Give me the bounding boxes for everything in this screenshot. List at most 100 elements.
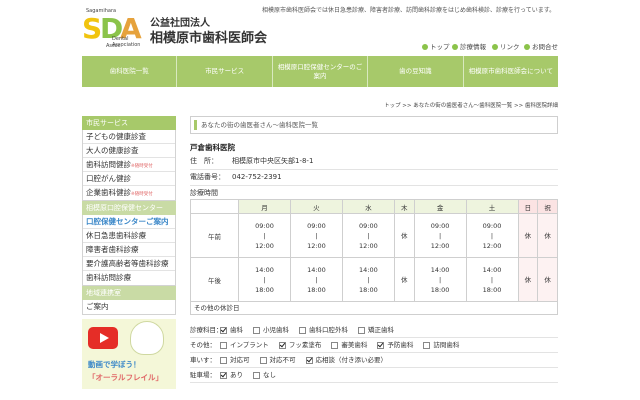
checkbox-empty-icon <box>299 326 306 334</box>
section-title: あなたの街の歯医者さん〜歯科医院一覧 <box>190 116 558 134</box>
hours-corner-cell <box>190 199 239 214</box>
phone-label: 電話番号： <box>190 173 225 181</box>
sidebar-list-citizen: 子どもの健康診査 大人の健康診査 歯科訪問健診※随時受付 口腔がん健診 企業歯科… <box>82 130 176 201</box>
option-parking-yes: あり <box>220 368 243 382</box>
parking-label: 駐車場： <box>190 371 216 379</box>
departments-row: 診療科目： 歯科 小児歯科 歯科口腔外科 矯正歯科 <box>190 323 558 338</box>
home-icon <box>422 44 428 50</box>
am-cell: 09:00 | 12:00 <box>238 213 291 258</box>
sidebar-item-holiday-emergency[interactable]: 休日急患歯科診療 <box>83 229 175 243</box>
banner-line-1: 動画で学ぼう！ <box>88 360 141 369</box>
other-services-label: その他： <box>190 341 216 349</box>
option-pediatric: 小児歯科 <box>253 323 289 337</box>
clinic-name: 戸倉歯科医院 <box>190 143 235 152</box>
day-header: 火 <box>289 199 343 214</box>
sidebar-item-elderly-care[interactable]: 要介護高齢者等歯科診療 <box>83 257 175 271</box>
youtube-play-icon <box>88 327 118 349</box>
sidebar-item-child-checkup[interactable]: 子どもの健康診査 <box>83 130 175 144</box>
am-cell: 休 <box>517 213 539 258</box>
link-icon <box>492 44 498 50</box>
sidebar-heading-regional: 地域連携室 <box>82 286 176 300</box>
sidebar-item-home-visit-checkup[interactable]: 歯科訪問健診※随時受付 <box>83 158 175 172</box>
sda-logo[interactable]: S D A Sagamihara Dental Association Asso… <box>82 8 144 49</box>
other-services-row: その他： インプラント フッ素塗布 審美歯科 予防歯科 訪問歯科 <box>190 338 558 353</box>
sidebar-item-note: ※随時受付 <box>131 192 153 197</box>
tooth-mascot-icon <box>130 321 164 355</box>
checkbox-checked-icon <box>220 326 227 334</box>
am-cell: 09:00 | 12:00 <box>465 213 519 258</box>
sidebar-list-regional: ご案内 <box>82 300 176 315</box>
nav-item-about[interactable]: 相模原市歯科医師会について <box>464 56 558 87</box>
clinic-features: 診療科目： 歯科 小児歯科 歯科口腔外科 矯正歯科 その他： インプラント フッ… <box>190 323 558 383</box>
option-fluoride: フッ素塗布 <box>278 338 321 352</box>
page: S D A Sagamihara Dental Association Asso… <box>0 0 640 400</box>
checkbox-empty-icon <box>259 356 267 364</box>
day-header: 土 <box>465 199 519 214</box>
day-header: 日 <box>517 199 539 214</box>
logo-letter-s: S <box>82 12 102 45</box>
am-cell: 休 <box>393 213 415 258</box>
sidebar-item-adult-checkup[interactable]: 大人の健康診査 <box>83 144 175 158</box>
checkbox-empty-icon <box>220 356 227 364</box>
hours-am-row: 午前 09:00 | 12:00 09:00 | 12:00 09:00 | 12:00 休… <box>190 213 558 258</box>
option-implant: インプラント <box>220 338 269 352</box>
hours-header-row: 月 火 水 木 金 土 日 祝 <box>190 199 558 214</box>
util-link-links[interactable]: リンク <box>492 41 520 51</box>
phone-value[interactable]: 042-752-2391 <box>232 173 282 181</box>
org-name[interactable]: 相模原市歯科医師会 <box>150 27 267 46</box>
nav-item-citizen-services[interactable]: 市民サービス <box>177 56 273 87</box>
phone-row: 電話番号： 042-752-2391 <box>190 170 558 186</box>
day-header: 金 <box>413 199 467 214</box>
pm-label: 午後 <box>190 257 239 302</box>
sidebar-item-oral-cancer[interactable]: 口腔がん健診 <box>83 172 175 186</box>
logo-text-bot: Assoc. <box>106 43 123 49</box>
sidebar-item-regional-info[interactable]: ご案内 <box>83 300 175 314</box>
day-header: 水 <box>341 199 395 214</box>
sidebar-item-home-visit-care[interactable]: 歯科訪問診療 <box>83 271 175 285</box>
am-cell: 休 <box>537 213 558 258</box>
pm-cell: 14:00 | 18:00 <box>465 257 519 302</box>
site-tagline: 相模原市歯科医師会では休日急患診療、障害者診療、訪問歯科診療をはじめ歯科検診、診… <box>262 7 556 14</box>
checkbox-empty-icon <box>331 341 339 349</box>
option-wheelchair-ng: 対応不可 <box>259 353 296 367</box>
sidebar-item-note: ※随時受付 <box>131 164 153 169</box>
option-oral-surgery: 歯科口腔外科 <box>299 323 348 337</box>
checkbox-empty-icon <box>358 326 365 334</box>
checkbox-checked-icon <box>220 371 227 379</box>
sidebar-item-center-info[interactable]: 口腔保健センターご案内 <box>83 215 175 229</box>
checkbox-empty-icon <box>253 371 260 379</box>
logo-text-top: Sagamihara <box>86 8 117 14</box>
checkbox-checked-icon <box>305 356 313 364</box>
checkbox-empty-icon <box>253 326 260 334</box>
util-link-info[interactable]: 診療情報 <box>452 41 486 51</box>
nav-item-oral-health-center[interactable]: 相模原口腔保健センターのご案内 <box>273 56 369 87</box>
nav-item-clinic-list[interactable]: 歯科医院一覧 <box>82 56 178 87</box>
option-general-dentistry: 歯科 <box>220 323 243 337</box>
sidebar: 市民サービス 子どもの健康診査 大人の健康診査 歯科訪問健診※随時受付 口腔がん… <box>82 116 176 389</box>
pm-cell: 休 <box>393 257 415 302</box>
checkbox-empty-icon <box>423 341 431 349</box>
checkbox-checked-icon <box>278 341 286 349</box>
util-link-contact[interactable]: お問合せ <box>524 41 558 51</box>
sidebar-list-center: 口腔保健センターご案内 休日急患歯科診療 障害者歯科診療 要介護高齢者等歯科診療… <box>82 215 176 286</box>
option-preventive: 予防歯科 <box>377 338 413 352</box>
am-cell: 09:00 | 12:00 <box>289 213 343 258</box>
am-cell: 09:00 | 12:00 <box>413 213 467 258</box>
pm-cell: 休 <box>537 257 558 302</box>
nav-item-dental-tips[interactable]: 歯の豆知識 <box>368 56 464 87</box>
sidebar-item-disability-care[interactable]: 障害者歯科診療 <box>83 243 175 257</box>
address-value: 相模原市中央区矢部1-8-1 <box>232 157 314 165</box>
sidebar-item-corporate-checkup[interactable]: 企業歯科健診※随時受付 <box>83 186 175 200</box>
oral-frailty-video-banner[interactable]: 動画で学ぼう！ 「オーラルフレイル」 <box>82 319 176 389</box>
util-link-top[interactable]: トップ <box>422 41 450 51</box>
info-icon <box>452 44 458 50</box>
banner-line-2: 「オーラルフレイル」 <box>88 373 163 382</box>
sidebar-heading-citizen: 市民サービス <box>82 116 176 130</box>
main-content: あなたの街の歯医者さん〜歯科医院一覧 戸倉歯科医院 住 所： 相模原市中央区矢部1… <box>190 116 558 383</box>
wheelchair-row: 車いす： 対応可 対応不可 応相談（付き添い必要） <box>190 353 558 368</box>
option-wheelchair-consult: 応相談（付き添い必要） <box>305 353 387 367</box>
pm-cell: 14:00 | 18:00 <box>341 257 395 302</box>
breadcrumb[interactable]: トップ >> あなたの街の歯医者さん〜歯科医院一覧 >> 歯科医院詳細 <box>384 101 558 109</box>
checkbox-empty-icon <box>220 341 227 349</box>
hours-pm-row: 午後 14:00 | 18:00 14:00 | 18:00 14:00 | 18:00 休… <box>190 257 558 302</box>
